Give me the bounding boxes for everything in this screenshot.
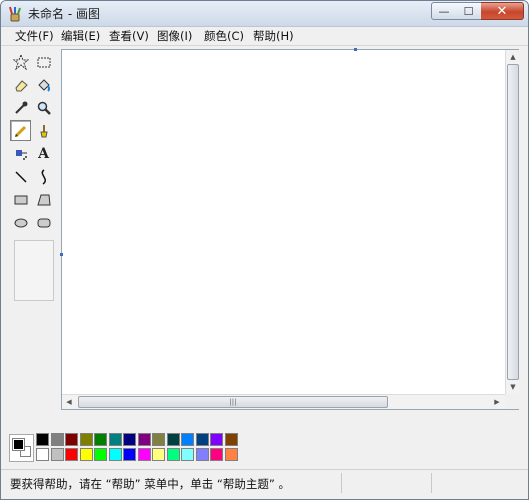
paint-window: 未命名 - 画图 — ☐ ✕ 文件(F) 编辑(E) 查看(V) 图像(I) 颜… [0, 0, 529, 500]
color-swatch[interactable] [224, 448, 238, 461]
color-swatch[interactable] [210, 448, 223, 461]
resize-handle-left[interactable] [60, 253, 63, 256]
menu-view[interactable]: 查看(V) [109, 29, 149, 44]
menu-bar: 文件(F) 编辑(E) 查看(V) 图像(I) 颜色(C) 帮助(H) [1, 27, 528, 46]
color-swatch[interactable] [108, 433, 122, 446]
ellipse-icon[interactable] [10, 212, 31, 233]
color-swatch[interactable] [123, 448, 136, 461]
tool-options-panel[interactable] [14, 240, 54, 301]
color-swatch[interactable] [181, 448, 194, 461]
window-title: 未命名 - 画图 [28, 7, 100, 21]
status-text: 要获得帮助，请在 “帮助” 菜单中，单击 “帮助主题” 。 [10, 477, 290, 491]
color-swatch[interactable] [224, 433, 238, 446]
rectangle-icon[interactable] [10, 189, 31, 210]
foreground-color-swatch [12, 438, 25, 451]
scrollbar-corner [505, 394, 519, 409]
color-swatch[interactable] [152, 448, 165, 461]
paint-brush-cup-icon[interactable] [7, 6, 23, 22]
eraser-icon[interactable] [10, 74, 31, 95]
color-swatch[interactable] [195, 433, 209, 446]
curve-icon[interactable] [33, 166, 54, 187]
drawing-canvas[interactable] [63, 51, 499, 391]
magnifier-icon[interactable] [33, 97, 54, 118]
menu-image[interactable]: 图像(I) [157, 29, 192, 44]
color-swatch[interactable] [36, 448, 49, 461]
main-area: A ▲ ▼ ◀ ||| ▶ [1, 46, 528, 429]
toolbox: A [9, 50, 57, 301]
scroll-right-arrow-icon[interactable]: ▶ [491, 396, 503, 408]
scroll-down-arrow-icon[interactable]: ▼ [508, 381, 518, 393]
pencil-icon[interactable] [10, 120, 31, 141]
scroll-up-arrow-icon[interactable]: ▲ [508, 51, 518, 63]
color-swatch[interactable] [36, 433, 49, 446]
current-colors-box [9, 434, 34, 462]
canvas-viewport: ▲ ▼ ◀ ||| ▶ [60, 48, 519, 410]
color-swatch[interactable] [181, 433, 194, 446]
color-swatch[interactable] [137, 448, 151, 461]
color-swatch[interactable] [79, 433, 93, 446]
color-swatch[interactable] [152, 433, 165, 446]
eyedropper-icon[interactable] [10, 97, 31, 118]
airbrush-icon[interactable] [10, 143, 31, 164]
line-icon[interactable] [10, 166, 31, 187]
fill-bucket-icon[interactable] [33, 74, 54, 95]
color-swatch[interactable] [137, 433, 151, 446]
minimize-icon: — [438, 4, 450, 18]
vertical-scroll-thumb[interactable] [507, 64, 519, 380]
title-bar[interactable]: 未命名 - 画图 — ☐ ✕ [1, 1, 528, 27]
status-panel-coords [341, 473, 431, 493]
color-swatch[interactable] [50, 448, 64, 461]
color-swatch[interactable] [65, 433, 78, 446]
status-bar: 要获得帮助，请在 “帮助” 菜单中，单击 “帮助主题” 。 [1, 469, 528, 499]
minimize-button[interactable]: — [431, 2, 457, 20]
close-button[interactable]: ✕ [481, 2, 524, 20]
resize-handle-top[interactable] [354, 48, 357, 51]
vertical-scrollbar[interactable]: ▲ ▼ [505, 50, 519, 394]
color-swatch[interactable] [79, 448, 93, 461]
color-swatch[interactable] [108, 448, 122, 461]
maximize-icon: ☐ [463, 4, 474, 18]
color-swatch[interactable] [166, 433, 180, 446]
text-icon[interactable]: A [33, 143, 54, 164]
color-swatch[interactable] [94, 448, 107, 461]
color-palette-area [1, 429, 528, 469]
scroll-left-arrow-icon[interactable]: ◀ [63, 396, 75, 408]
close-icon: ✕ [496, 3, 508, 19]
status-panel-size [431, 473, 527, 493]
color-swatch[interactable] [65, 448, 78, 461]
brush-icon[interactable] [33, 120, 54, 141]
horizontal-scroll-thumb[interactable]: ||| [78, 396, 388, 408]
color-swatch[interactable] [195, 448, 209, 461]
maximize-button[interactable]: ☐ [456, 2, 482, 20]
menu-edit[interactable]: 编辑(E) [61, 29, 100, 44]
free-form-select-icon[interactable] [10, 51, 31, 72]
color-swatches [36, 433, 246, 463]
horizontal-scrollbar[interactable]: ◀ ||| ▶ [62, 394, 505, 409]
menu-file[interactable]: 文件(F) [15, 29, 54, 44]
menu-help[interactable]: 帮助(H) [253, 29, 294, 44]
color-swatch[interactable] [210, 433, 223, 446]
polygon-icon[interactable] [33, 189, 54, 210]
rect-select-icon[interactable] [33, 51, 54, 72]
rounded-rectangle-icon[interactable] [33, 212, 54, 233]
color-swatch[interactable] [94, 433, 107, 446]
menu-colors[interactable]: 颜色(C) [204, 29, 244, 44]
color-swatch[interactable] [123, 433, 136, 446]
color-swatch[interactable] [50, 433, 64, 446]
color-swatch[interactable] [166, 448, 180, 461]
